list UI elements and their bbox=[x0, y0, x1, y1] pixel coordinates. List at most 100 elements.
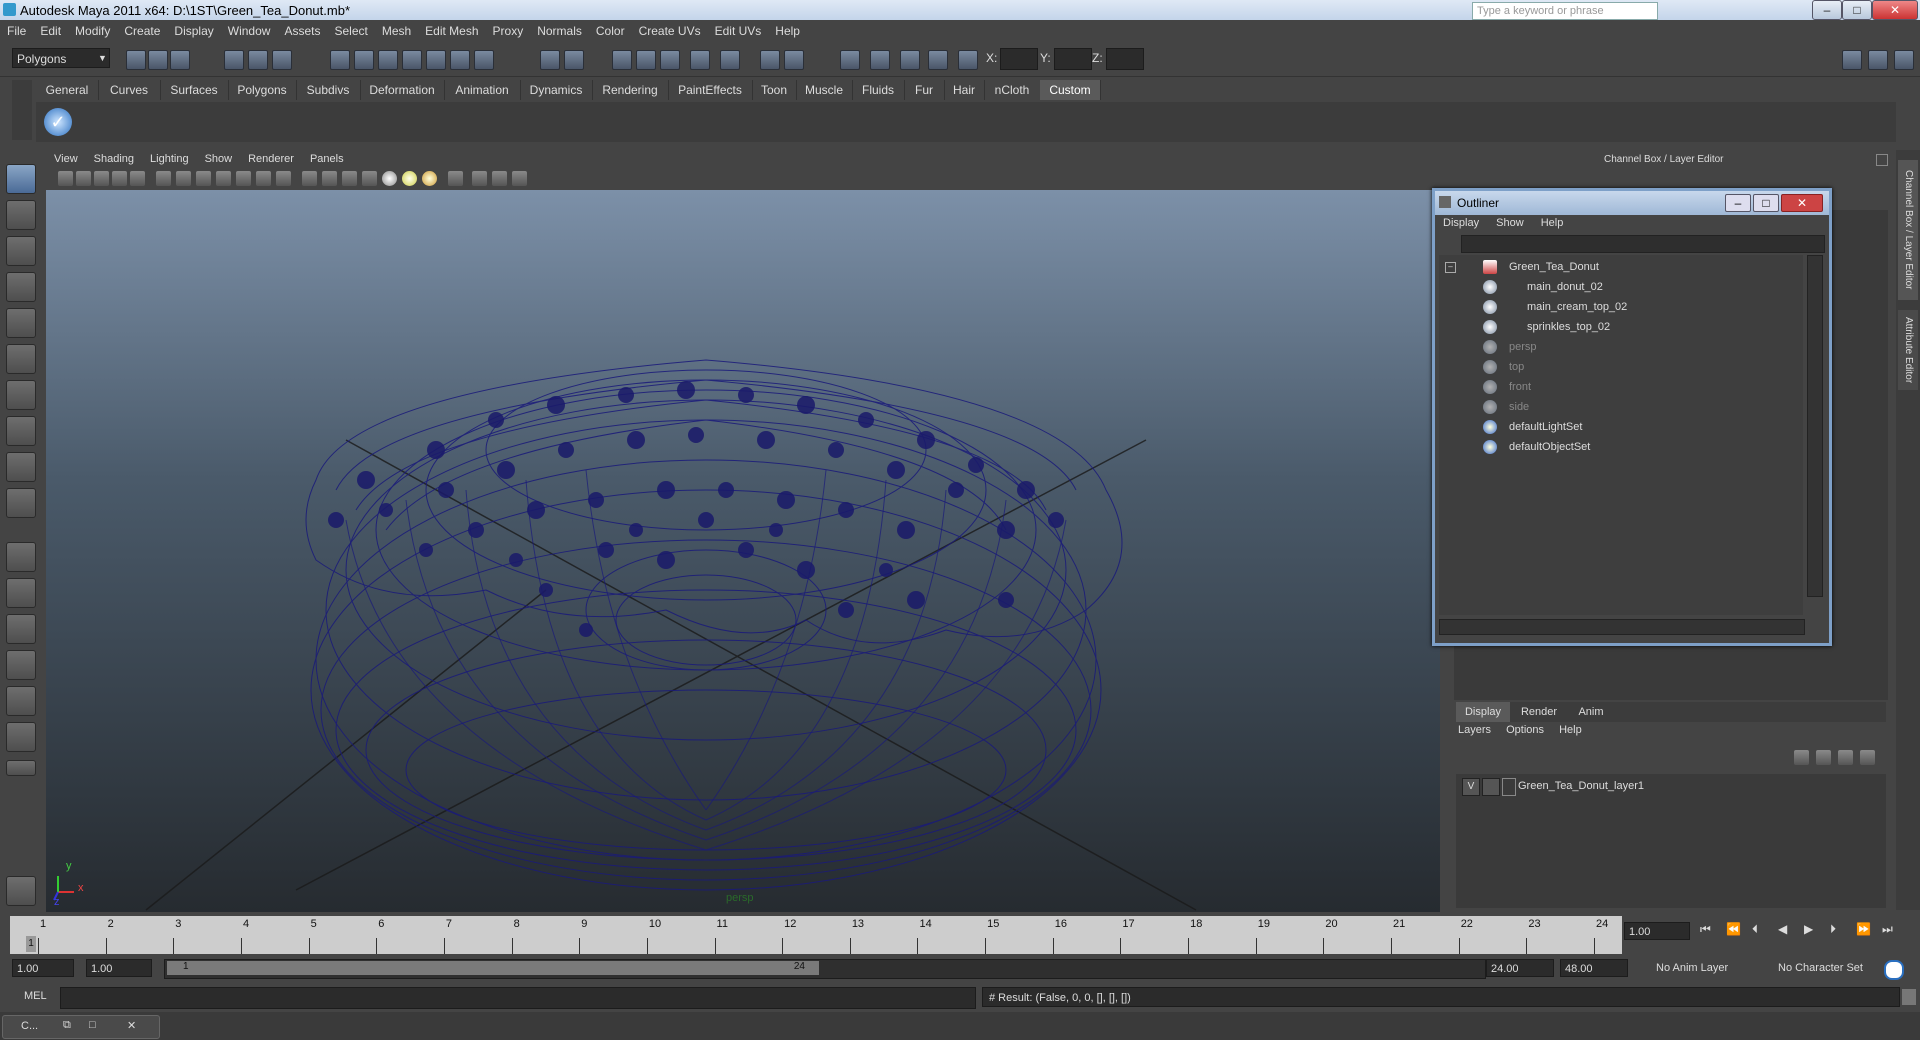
range-slider-handle[interactable]: 1 24 bbox=[167, 961, 819, 975]
lights-icon[interactable] bbox=[928, 50, 948, 70]
toggle-tool-settings-icon[interactable] bbox=[1868, 50, 1888, 70]
help-search-input[interactable]: Type a keyword or phrase bbox=[1472, 2, 1658, 20]
layer-row[interactable]: V Green_Tea_Donut_layer1 bbox=[1456, 778, 1886, 796]
layer-name[interactable]: Green_Tea_Donut_layer1 bbox=[1518, 780, 1644, 792]
render-view-icon[interactable] bbox=[720, 50, 740, 70]
outliner-vertical-scrollbar[interactable] bbox=[1807, 255, 1823, 597]
layer-template-toggle[interactable] bbox=[1482, 778, 1500, 796]
play-backward-icon[interactable]: ◀ bbox=[1778, 922, 1787, 936]
menu-create[interactable]: Create bbox=[117, 20, 167, 42]
menu-window[interactable]: Window bbox=[221, 20, 278, 42]
graph-layout-icon[interactable] bbox=[6, 722, 36, 752]
move-layer-down-icon[interactable] bbox=[1816, 750, 1831, 765]
tab-render[interactable]: Render bbox=[1512, 702, 1566, 722]
outliner-item[interactable]: defaultLightSet bbox=[1439, 417, 1799, 437]
four-view-layout-icon[interactable] bbox=[6, 578, 36, 608]
shadows-icon[interactable] bbox=[422, 171, 437, 186]
channel-box-close-icon[interactable] bbox=[1876, 154, 1888, 166]
outliner-close-button[interactable]: ✕ bbox=[1781, 194, 1823, 212]
outliner-item[interactable]: main_cream_top_02 bbox=[1439, 297, 1799, 317]
textured-icon[interactable] bbox=[900, 50, 920, 70]
new-scene-icon[interactable] bbox=[126, 50, 146, 70]
playback-end-field[interactable]: 24.00 bbox=[1486, 959, 1554, 977]
film-gate-icon[interactable] bbox=[176, 171, 191, 186]
tab-display[interactable]: Display bbox=[1456, 702, 1510, 722]
toggle-channel-box-icon[interactable] bbox=[1894, 50, 1914, 70]
two-d-pan-icon[interactable] bbox=[130, 171, 145, 186]
checkmark-shelf-icon[interactable]: ✓ bbox=[44, 108, 72, 136]
image-plane-icon[interactable] bbox=[112, 171, 127, 186]
move-layer-up-icon[interactable] bbox=[1794, 750, 1809, 765]
step-forward-frame-icon[interactable]: ⏵ bbox=[1830, 922, 1836, 937]
menu-normals[interactable]: Normals bbox=[530, 20, 589, 42]
perspective-viewport[interactable]: x y z persp bbox=[46, 190, 1440, 912]
snap-curve-icon[interactable] bbox=[354, 50, 374, 70]
output-ops-icon[interactable] bbox=[564, 50, 584, 70]
move-tool-icon[interactable] bbox=[6, 272, 36, 302]
safe-title-icon[interactable] bbox=[276, 171, 291, 186]
close-icon[interactable]: ✕ bbox=[127, 1019, 136, 1032]
textured-mode-icon[interactable] bbox=[362, 171, 377, 186]
outliner-item[interactable]: Green_Tea_Donut bbox=[1439, 257, 1799, 277]
menu-mesh[interactable]: Mesh bbox=[375, 20, 418, 42]
minimized-window-tab[interactable]: C... ⧉ □ ✕ bbox=[2, 1015, 160, 1039]
y-field[interactable] bbox=[1054, 48, 1092, 70]
lasso-tool-icon[interactable] bbox=[6, 200, 36, 230]
auto-key-icon[interactable] bbox=[1884, 960, 1904, 980]
x-field[interactable] bbox=[1000, 48, 1038, 70]
outliner-title-bar[interactable]: Outliner – □ ✕ bbox=[1435, 191, 1829, 215]
paint-select-tool-icon[interactable] bbox=[6, 236, 36, 266]
outliner-minimize-button[interactable]: – bbox=[1725, 194, 1751, 212]
create-empty-layer-icon[interactable] bbox=[1838, 750, 1853, 765]
ambient-occlusion-icon[interactable] bbox=[512, 171, 527, 186]
playback-start-field[interactable]: 1.00 bbox=[86, 959, 152, 977]
outliner-item[interactable]: front bbox=[1439, 377, 1799, 397]
menu-edit-uvs[interactable]: Edit UVs bbox=[708, 20, 769, 42]
layers-menu-help[interactable]: Help bbox=[1559, 724, 1582, 736]
outliner-filter-field[interactable] bbox=[1461, 235, 1825, 253]
help-icon[interactable] bbox=[474, 50, 494, 70]
layers-menu-options[interactable]: Options bbox=[1506, 724, 1544, 736]
hypershade-layout-icon[interactable] bbox=[6, 686, 36, 716]
camera-lock-icon[interactable] bbox=[760, 50, 780, 70]
all-lights-icon[interactable] bbox=[402, 171, 417, 186]
script-language-label[interactable]: MEL bbox=[24, 990, 47, 1002]
show-manipulator-icon[interactable] bbox=[6, 452, 36, 482]
render-settings-icon[interactable] bbox=[660, 50, 680, 70]
outliner-item[interactable]: sprinkles_top_02 bbox=[1439, 317, 1799, 337]
menu-edit[interactable]: Edit bbox=[33, 20, 68, 42]
maximize-button[interactable]: □ bbox=[1842, 0, 1872, 20]
tab-fluids[interactable]: Fluids bbox=[852, 80, 905, 100]
wireframe-on-shaded-icon[interactable] bbox=[342, 171, 357, 186]
resolution-gate-icon[interactable] bbox=[196, 171, 211, 186]
go-to-start-icon[interactable]: ⏮ bbox=[1700, 922, 1711, 937]
tab-rendering[interactable]: Rendering bbox=[592, 80, 669, 100]
menu-help[interactable]: Help bbox=[768, 20, 807, 42]
last-tool-icon[interactable] bbox=[6, 488, 36, 518]
tab-toon[interactable]: Toon bbox=[752, 80, 797, 100]
minimize-button[interactable]: – bbox=[1812, 0, 1842, 20]
tab-ncloth[interactable]: nCloth bbox=[984, 80, 1041, 100]
tab-anim[interactable]: Anim bbox=[1568, 702, 1614, 722]
outliner-item[interactable]: persp bbox=[1439, 337, 1799, 357]
camera-attributes-icon[interactable] bbox=[76, 171, 91, 186]
render-frame-icon[interactable] bbox=[612, 50, 632, 70]
rotate-tool-icon[interactable] bbox=[6, 308, 36, 338]
tab-hair[interactable]: Hair bbox=[944, 80, 985, 100]
snap-grid-icon[interactable] bbox=[330, 50, 350, 70]
soft-mod-tool-icon[interactable] bbox=[6, 416, 36, 446]
panel-menu-shading[interactable]: Shading bbox=[86, 150, 142, 168]
outliner-menu-show[interactable]: Show bbox=[1496, 217, 1524, 229]
wireframe-icon[interactable] bbox=[302, 171, 317, 186]
open-scene-icon[interactable] bbox=[148, 50, 168, 70]
manipulator-tool-icon[interactable] bbox=[6, 380, 36, 410]
anim-layer-dropdown[interactable]: No Anim Layer bbox=[1652, 959, 1760, 977]
smooth-shade-icon[interactable] bbox=[322, 171, 337, 186]
menu-edit-mesh[interactable]: Edit Mesh bbox=[418, 20, 485, 42]
tab-fur[interactable]: Fur bbox=[904, 80, 945, 100]
hotbox-icon[interactable] bbox=[6, 876, 36, 906]
tab-subdivs[interactable]: Subdivs bbox=[296, 80, 361, 100]
outliner-item[interactable]: defaultObjectSet bbox=[1439, 437, 1799, 457]
single-perspective-layout-icon[interactable] bbox=[6, 542, 36, 572]
z-field[interactable] bbox=[1106, 48, 1144, 70]
